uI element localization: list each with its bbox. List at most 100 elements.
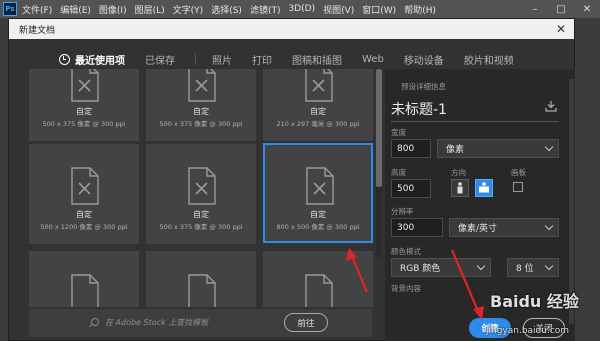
preset-dimensions: 800 x 500 像素 @ 300 ppi — [276, 223, 360, 231]
resolution-unit-value: 像素/英寸 — [458, 224, 498, 234]
presets-scrollbar-thumb[interactable] — [376, 69, 382, 187]
preset-name: 自定 — [76, 210, 92, 219]
menubar: Ps 文件(F) 编辑(E) 图像(I) 图层(L) 文字(Y) 选择(S) 滤… — [0, 0, 600, 18]
resolution-unit-select[interactable]: 像素/英寸 — [449, 218, 559, 237]
menu-layer[interactable]: 图层(L) — [135, 3, 165, 16]
preset-name: 自定 — [310, 107, 326, 116]
watermark-url: jingyan.baidu.com — [486, 326, 570, 336]
preset-name: 自定 — [76, 107, 92, 116]
preset-dimensions: 500 x 375 像素 @ 300 ppi — [159, 223, 243, 231]
landscape-orientation-button[interactable] — [475, 179, 493, 197]
preset-card[interactable]: 自定 500 x 1200 像素 @ 300 ppi — [29, 144, 139, 244]
preset-card[interactable]: 自定 500 x 375 像素 @ 300 ppi — [29, 69, 139, 141]
menu-type[interactable]: 文字(Y) — [173, 3, 204, 16]
background-contents-label: 背景内容 — [391, 284, 421, 293]
save-preset-icon[interactable] — [545, 101, 557, 112]
document-icon — [71, 69, 99, 102]
workspace-left — [0, 18, 8, 341]
preset-card[interactable] — [29, 251, 139, 307]
orientation-label: 方向 — [451, 168, 466, 177]
tab-photo[interactable]: 照片 — [212, 52, 232, 67]
width-input[interactable]: 800 — [391, 139, 431, 158]
tab-mobile[interactable]: 移动设备 — [404, 52, 444, 67]
preset-dimensions: 210 x 297 毫米 @ 300 ppi — [276, 120, 360, 128]
preset-name: 自定 — [193, 210, 209, 219]
name-underline — [391, 121, 559, 122]
resolution-label: 分辨率 — [391, 207, 414, 216]
preset-name: 自定 — [310, 210, 326, 219]
tab-saved[interactable]: 已保存 — [145, 52, 175, 67]
minimize-icon[interactable]: – — [522, 0, 548, 18]
menu-window[interactable]: 窗口(W) — [362, 3, 396, 16]
close-icon[interactable]: ✕ — [574, 0, 600, 18]
document-icon — [188, 274, 216, 307]
preset-card[interactable] — [146, 251, 256, 307]
resolution-input[interactable]: 300 — [391, 218, 443, 237]
clock-icon — [59, 53, 70, 65]
height-input[interactable]: 500 — [391, 179, 431, 198]
bit-depth-select[interactable]: 8 位 — [507, 258, 559, 277]
document-icon — [188, 69, 216, 102]
tab-web[interactable]: Web — [362, 54, 384, 65]
chevron-down-icon — [476, 261, 486, 271]
dialog-title-bar: 新建文档 ✕ — [9, 19, 574, 39]
preset-card[interactable]: 自定 500 x 375 像素 @ 300 ppi — [146, 69, 256, 141]
color-mode-label: 颜色模式 — [391, 247, 421, 256]
document-icon — [71, 274, 99, 307]
maximize-icon[interactable]: □ — [548, 0, 574, 18]
preset-dimensions: 500 x 375 像素 @ 300 ppi — [159, 120, 243, 128]
portrait-icon — [457, 182, 463, 194]
preset-name: 自定 — [193, 107, 209, 116]
menu-3d[interactable]: 3D(D) — [288, 4, 315, 14]
menu-help[interactable]: 帮助(H) — [404, 3, 436, 16]
presets-scrollbar[interactable] — [376, 69, 382, 257]
menu-select[interactable]: 选择(S) — [211, 3, 242, 16]
landscape-icon — [479, 182, 489, 193]
stock-search-input[interactable]: 在 Adobe Stock 上查找模板 — [105, 317, 208, 328]
details-section-title: 预设详细信息 — [401, 82, 446, 91]
width-label: 宽度 — [391, 128, 406, 137]
menu-image[interactable]: 图像(I) — [99, 3, 127, 16]
width-unit-select[interactable]: 像素 — [437, 139, 559, 158]
tab-print[interactable]: 打印 — [252, 52, 272, 67]
document-icon — [305, 274, 333, 307]
dialog-title: 新建文档 — [19, 25, 56, 36]
menu-edit[interactable]: 编辑(E) — [60, 3, 91, 16]
menu-filter[interactable]: 滤镜(T) — [250, 3, 281, 16]
document-name-field[interactable]: 未标题-1 — [391, 99, 447, 119]
color-mode-value: RGB 颜色 — [400, 264, 441, 274]
menu-view[interactable]: 视图(V) — [323, 3, 354, 16]
artboard-label: 画板 — [511, 168, 526, 177]
bit-depth-value: 8 位 — [516, 264, 534, 274]
baidu-jingyan-watermark: Baidu 经验 — [490, 292, 579, 311]
search-icon — [91, 318, 99, 326]
chevron-down-icon — [544, 261, 554, 271]
go-button[interactable]: 前往 — [284, 313, 328, 332]
tab-recent[interactable]: 最近使用项 — [59, 52, 125, 76]
document-icon — [71, 167, 99, 205]
height-label: 高度 — [391, 168, 406, 177]
dialog-close-icon[interactable]: ✕ — [552, 21, 570, 37]
tab-label: 最近使用项 — [75, 55, 125, 67]
menu-file[interactable]: 文件(F) — [22, 3, 52, 16]
chevron-down-icon — [544, 142, 554, 152]
tab-film-video[interactable]: 胶片和视频 — [464, 52, 514, 67]
preset-card-selected[interactable]: 自定 800 x 500 像素 @ 300 ppi — [263, 143, 373, 243]
presets-grid: 自定 500 x 375 像素 @ 300 ppi 自定 500 x 375 像… — [9, 69, 381, 307]
document-icon — [305, 69, 333, 102]
width-unit-value: 像素 — [446, 145, 465, 155]
color-mode-select[interactable]: RGB 颜色 — [391, 258, 491, 277]
tab-divider — [195, 53, 196, 65]
preset-card[interactable]: 自定 210 x 297 毫米 @ 300 ppi — [263, 69, 373, 141]
preset-card[interactable]: 自定 500 x 375 像素 @ 300 ppi — [146, 144, 256, 244]
portrait-orientation-button[interactable] — [451, 179, 469, 197]
preset-dimensions: 500 x 1200 像素 @ 300 ppi — [40, 223, 128, 231]
preset-dimensions: 500 x 375 像素 @ 300 ppi — [42, 120, 126, 128]
document-icon — [306, 167, 334, 205]
artboard-checkbox[interactable] — [513, 182, 523, 192]
stock-search-bar[interactable]: 在 Adobe Stock 上查找模板 前往 — [29, 309, 372, 337]
document-icon — [188, 167, 216, 205]
preset-card[interactable] — [263, 251, 373, 307]
photoshop-logo: Ps — [3, 2, 17, 16]
tab-art-illustration[interactable]: 图稿和插图 — [292, 52, 342, 67]
